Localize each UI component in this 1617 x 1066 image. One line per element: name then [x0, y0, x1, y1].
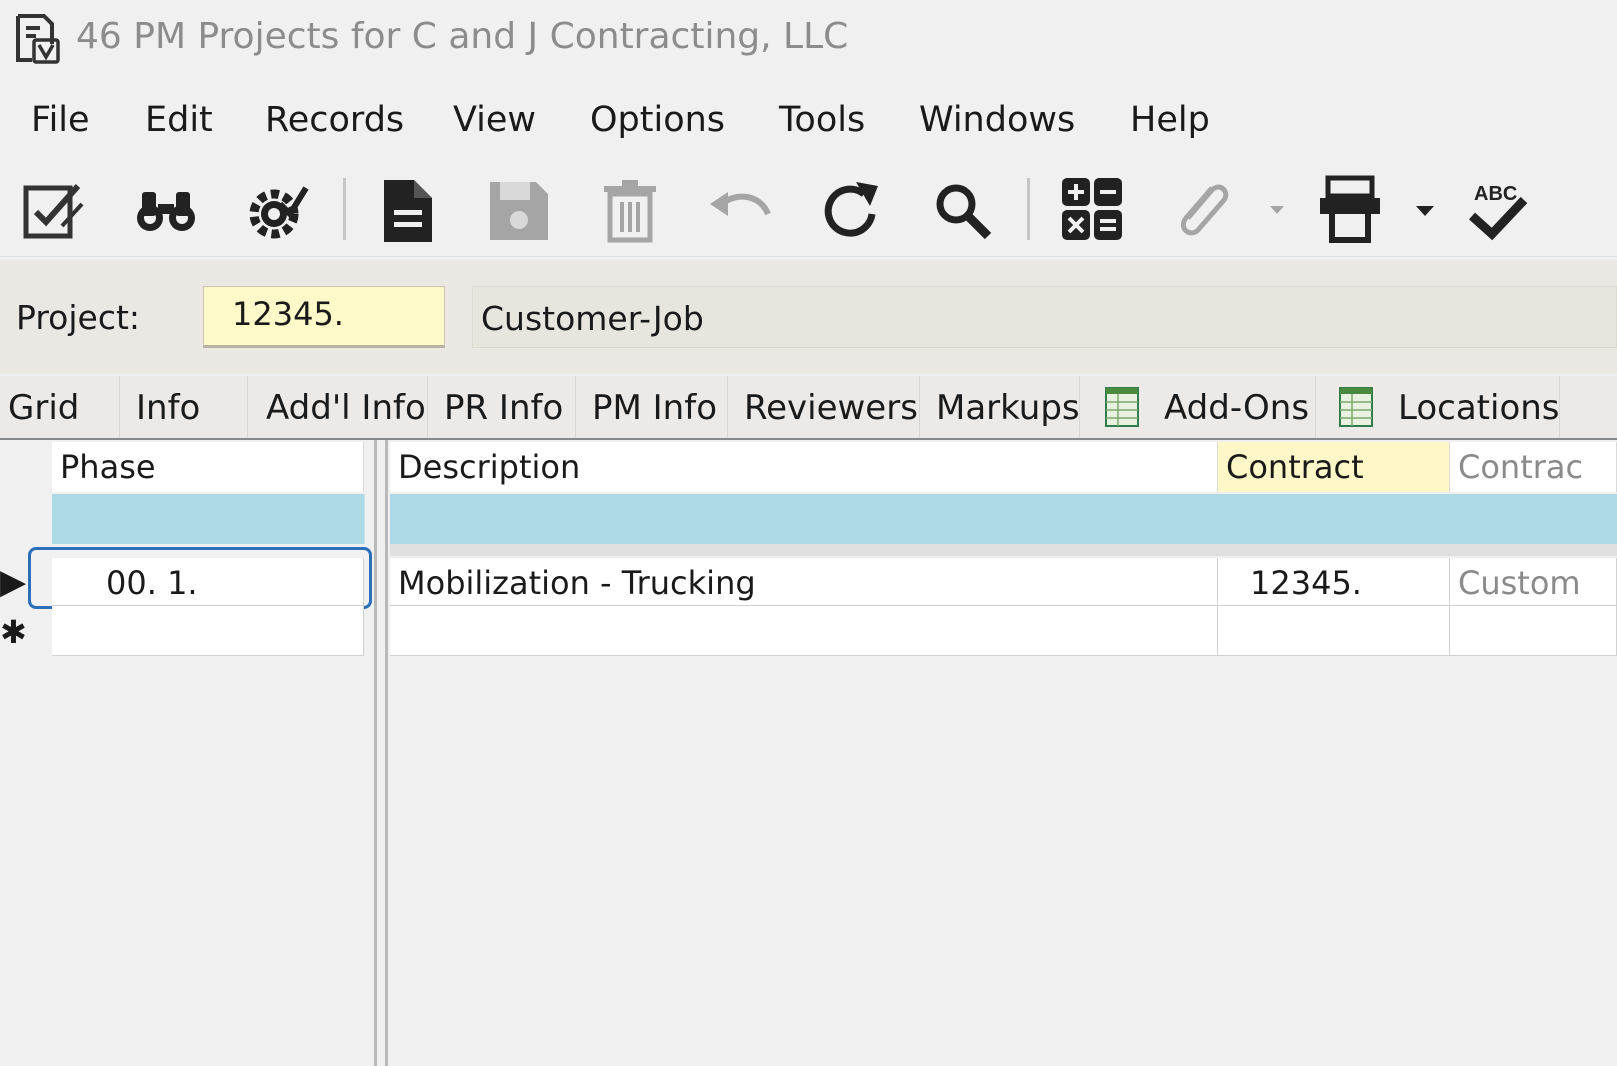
new-record-icon[interactable]	[372, 174, 444, 246]
title-bar: 46 PM Projects for C and J Contracting, …	[0, 0, 1617, 80]
viewpoint-app-icon	[14, 14, 60, 64]
project-label: Project:	[16, 298, 141, 337]
focus-highlight	[28, 547, 372, 609]
toolbar-separator	[343, 178, 346, 240]
menu-help[interactable]: Help	[1130, 100, 1210, 140]
new-cell-contract[interactable]	[1218, 606, 1450, 656]
menu-edit[interactable]: Edit	[145, 100, 213, 140]
frozen-column-splitter[interactable]	[374, 440, 377, 1066]
menu-windows[interactable]: Windows	[919, 100, 1075, 140]
cell-description[interactable]: Mobilization - Trucking	[390, 558, 1218, 606]
toolbar: ABC	[0, 160, 1617, 257]
tab-label: Locations	[1398, 388, 1560, 428]
current-row-indicator: ▶	[0, 562, 27, 602]
refresh-icon[interactable]	[816, 174, 888, 246]
save-icon[interactable]	[482, 174, 554, 246]
column-header-contract-description[interactable]: Contrac	[1450, 442, 1617, 492]
print-dropdown-icon[interactable]	[1410, 174, 1440, 246]
undo-icon[interactable]	[704, 174, 776, 246]
column-header-description[interactable]: Description	[390, 442, 1218, 492]
search-icon[interactable]	[926, 174, 998, 246]
menu-tools[interactable]: Tools	[779, 100, 865, 140]
tab-reviewers[interactable]: Reviewers	[728, 376, 920, 438]
tab-pm-info[interactable]: PM Info	[576, 376, 728, 438]
tab-bar: Grid Info Add'l Info PR Info PM Info Rev…	[0, 376, 1617, 440]
spreadsheet-icon	[1104, 386, 1140, 428]
tab-label: Add-Ons	[1164, 388, 1310, 428]
tab-markups[interactable]: Markups	[920, 376, 1080, 438]
tab-label: Add'l Info	[266, 388, 426, 428]
tab-pr-info[interactable]: PR Info	[428, 376, 576, 438]
attachment-dropdown-icon[interactable]	[1262, 174, 1292, 246]
edit-form-icon[interactable]	[18, 174, 90, 246]
project-description: Customer-Job	[472, 286, 1617, 348]
filter-cell-phase[interactable]	[52, 494, 365, 544]
column-header-phase[interactable]: Phase	[52, 442, 364, 492]
filter-cell-description[interactable]	[390, 494, 1219, 544]
menu-options[interactable]: Options	[590, 100, 725, 140]
toolbar-separator	[1027, 178, 1030, 240]
new-cell-description[interactable]	[390, 606, 1218, 656]
menu-file[interactable]: File	[31, 100, 90, 140]
menu-records[interactable]: Records	[265, 100, 404, 140]
attachment-icon[interactable]	[1166, 174, 1238, 246]
tab-label: PR Info	[444, 388, 564, 428]
cell-contract-description[interactable]: Custom	[1450, 558, 1617, 606]
tab-label: Grid	[8, 388, 80, 428]
tab-addl-info[interactable]: Add'l Info	[248, 376, 428, 438]
row-separator	[390, 544, 1617, 556]
print-icon[interactable]	[1314, 174, 1386, 246]
spell-check-label: ABC	[1474, 183, 1517, 205]
spell-check-icon[interactable]: ABC	[1462, 174, 1534, 246]
cell-contract[interactable]: 12345.	[1218, 558, 1450, 606]
delete-icon[interactable]	[594, 174, 666, 246]
tab-label: Reviewers	[744, 388, 918, 428]
new-cell-contract-description[interactable]	[1450, 606, 1617, 656]
menu-view[interactable]: View	[453, 100, 536, 140]
new-row-indicator: ✱	[0, 613, 27, 651]
tab-info[interactable]: Info	[120, 376, 248, 438]
tab-locations[interactable]: Locations	[1316, 376, 1560, 438]
calculator-icon[interactable]	[1056, 174, 1128, 246]
tab-label: Markups	[936, 388, 1080, 428]
column-header-contract[interactable]: Contract	[1218, 442, 1450, 492]
settings-gear-icon[interactable]	[240, 174, 312, 246]
tab-grid[interactable]: Grid	[0, 376, 120, 438]
project-input[interactable]: 12345.	[203, 286, 445, 348]
binoculars-icon[interactable]	[130, 174, 202, 246]
spreadsheet-icon	[1338, 386, 1374, 428]
menu-bar: File Edit Records View Options Tools Win…	[0, 92, 1617, 154]
new-cell-phase[interactable]	[52, 606, 364, 656]
tab-add-ons[interactable]: Add-Ons	[1080, 376, 1316, 438]
filter-cell-contract[interactable]	[1218, 494, 1451, 544]
filter-cell-contract-description[interactable]	[1450, 494, 1617, 544]
tab-label: Info	[136, 388, 201, 428]
frozen-column-splitter[interactable]	[385, 440, 388, 1066]
window-title: 46 PM Projects for C and J Contracting, …	[76, 16, 849, 57]
tab-label: PM Info	[592, 388, 717, 428]
